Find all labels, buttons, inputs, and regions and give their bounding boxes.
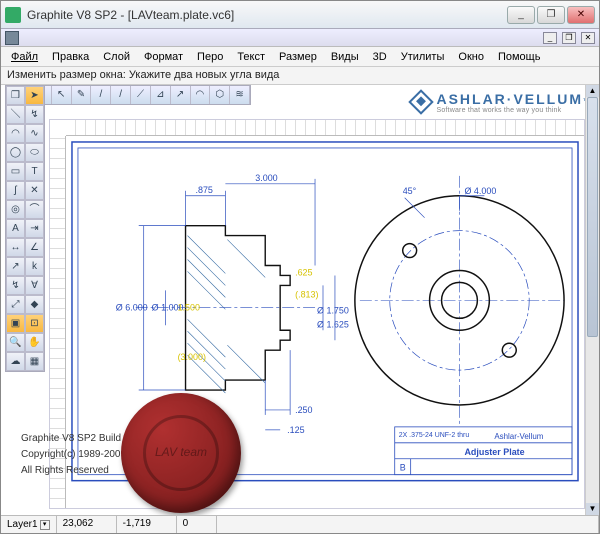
tool-arc[interactable]: ◠ [6, 124, 25, 143]
tool-extend[interactable]: ⇥ [25, 219, 44, 238]
menu-file[interactable]: Файл [5, 49, 44, 65]
tool-curve[interactable]: ∿ [25, 124, 44, 143]
tool-mirror[interactable]: Ɐ [25, 276, 44, 295]
titleblock-company: Ashlar-Vellum [494, 432, 543, 441]
titleblock-note: 2X .375-24 UNF-2 thru [399, 432, 470, 439]
ashlar-logo-icon [409, 89, 434, 114]
menu-help[interactable]: Помощь [492, 49, 547, 65]
menu-views[interactable]: Виды [325, 49, 365, 65]
document-icon [5, 31, 19, 45]
dim-1625: Ø 1.625 [317, 319, 349, 329]
scroll-thumb[interactable] [587, 97, 598, 337]
ruler-horizontal[interactable] [66, 120, 584, 136]
titleblock-title: Adjuster Plate [464, 447, 524, 457]
tool-move[interactable]: ↗ [6, 257, 25, 276]
mdi-restore-button[interactable]: ❐ [562, 32, 576, 44]
dim-d6: Ø 6.000 [116, 302, 148, 312]
menu-3d[interactable]: 3D [367, 49, 393, 65]
tool-text[interactable]: T [25, 162, 44, 181]
layer-selector[interactable]: Layer1▾ [1, 516, 57, 533]
status-x: 23,062 [57, 516, 117, 533]
menu-size[interactable]: Размер [273, 49, 323, 65]
tool-top-5[interactable]: / [111, 86, 131, 104]
tool-offset[interactable]: ↯ [6, 276, 25, 295]
tool-zoom[interactable]: 🔍 [6, 333, 25, 352]
top-toolbar: ⟪ ↖ ✎ / / ⟋ ⊿ ↗ ◠ ⬡ ≋ [31, 85, 251, 105]
tool-top-11[interactable]: ≋ [230, 86, 250, 104]
statusbar: Layer1▾ 23,062 -1,719 0 [1, 515, 599, 533]
tool-top-6[interactable]: ⟋ [131, 86, 151, 104]
tool-rect[interactable]: ▭ [6, 162, 25, 181]
tool-ring[interactable]: ◎ [6, 200, 25, 219]
tool-hand[interactable]: ❒ [6, 86, 25, 105]
dim-d4: Ø 4.000 [464, 186, 496, 196]
tool-fillet[interactable]: ⌒ [25, 200, 44, 219]
tool-trim[interactable]: A [6, 219, 25, 238]
dim-45: 45° [403, 186, 417, 196]
mdi-close-button[interactable]: ✕ [581, 32, 595, 44]
menu-format[interactable]: Формат [138, 49, 189, 65]
tool-top-7[interactable]: ⊿ [151, 86, 171, 104]
dim-3000p: (3.000) [178, 352, 206, 362]
dim-1500: 1.500 [178, 302, 200, 312]
close-button[interactable]: ✕ [567, 6, 595, 24]
menu-text[interactable]: Текст [231, 49, 271, 65]
scroll-up-icon[interactable]: ▲ [586, 85, 599, 97]
titleblock-rev: B [400, 463, 406, 473]
tool-dim-h[interactable]: ↔ [6, 238, 25, 257]
tool-window[interactable]: ▣ [6, 314, 25, 333]
menu-utilities[interactable]: Утилиты [395, 49, 451, 65]
dim-625: .625 [295, 267, 312, 277]
left-toolbox: ❒➤ ＼↯ ◠∿ ◯⬭ ▭T ʃ✕ ◎⌒ A⇥ ↔∠ ↗k ↯Ɐ ⤢◆ ▣⊡ 🔍… [5, 85, 45, 372]
menu-layer[interactable]: Слой [97, 49, 136, 65]
menu-edit[interactable]: Правка [46, 49, 95, 65]
tool-cross[interactable]: ✕ [25, 181, 44, 200]
window-title: Graphite V8 SP2 - [LAVteam.plate.vc6] [27, 8, 507, 22]
tool-rotate[interactable]: k [25, 257, 44, 276]
tool-polyline[interactable]: ↯ [25, 105, 44, 124]
build-info: Graphite V8 SP2 Build 8.6.4 Copyright(c)… [21, 431, 190, 479]
tool-dim-ang[interactable]: ∠ [25, 238, 44, 257]
command-prompt: Изменить размер окна: Укажите два новых … [1, 67, 599, 85]
menubar: Файл Правка Слой Формат Перо Текст Разме… [1, 47, 599, 67]
brand-logo: ASHLAR·VELLUM™ Software that works the w… [412, 85, 593, 119]
titlebar[interactable]: Graphite V8 SP2 - [LAVteam.plate.vc6] _ … [1, 1, 599, 29]
tool-spline[interactable]: ʃ [6, 181, 25, 200]
tool-top-9[interactable]: ◠ [191, 86, 211, 104]
tool-pan[interactable]: ✋ [25, 333, 44, 352]
status-z: 0 [177, 516, 217, 533]
tool-select[interactable]: ➤ [25, 86, 44, 105]
menu-pen[interactable]: Перо [191, 49, 229, 65]
dim-1750: Ø 1.750 [317, 305, 349, 315]
dim-875: .875 [195, 185, 212, 195]
tool-snap[interactable]: ◆ [25, 295, 44, 314]
menu-window[interactable]: Окно [452, 49, 490, 65]
tool-top-10[interactable]: ⬡ [210, 86, 230, 104]
tool-line[interactable]: ＼ [6, 105, 25, 124]
dim-813: (.813) [295, 289, 318, 299]
tool-cloud[interactable]: ☁ [6, 352, 25, 371]
dim-100: 1.00 [194, 445, 211, 455]
dim-125: .125 [287, 425, 304, 435]
scrollbar-vertical[interactable]: ▲ ▼ [585, 85, 599, 515]
tool-circle[interactable]: ◯ [6, 143, 25, 162]
maximize-button[interactable]: ❐ [537, 6, 565, 24]
tool-top-2[interactable]: ↖ [52, 86, 72, 104]
tool-top-3[interactable]: ✎ [72, 86, 92, 104]
tool-hatch[interactable]: ▦ [25, 352, 44, 371]
tool-ellipse[interactable]: ⬭ [25, 143, 44, 162]
status-y: -1,719 [117, 516, 177, 533]
dim-3000: 3.000 [255, 173, 277, 183]
tool-top-4[interactable]: / [91, 86, 111, 104]
chevron-down-icon[interactable]: ▾ [40, 520, 50, 530]
tool-zoom-ext[interactable]: ⊡ [25, 314, 44, 333]
minimize-button[interactable]: _ [507, 6, 535, 24]
dim-250: .250 [295, 405, 312, 415]
scroll-down-icon[interactable]: ▼ [586, 503, 599, 515]
mdi-minimize-button[interactable]: _ [543, 32, 557, 44]
mdi-controls-row: _ ❐ ✕ [1, 29, 599, 47]
tool-scale[interactable]: ⤢ [6, 295, 25, 314]
tool-top-8[interactable]: ↗ [171, 86, 191, 104]
app-icon [5, 7, 21, 23]
